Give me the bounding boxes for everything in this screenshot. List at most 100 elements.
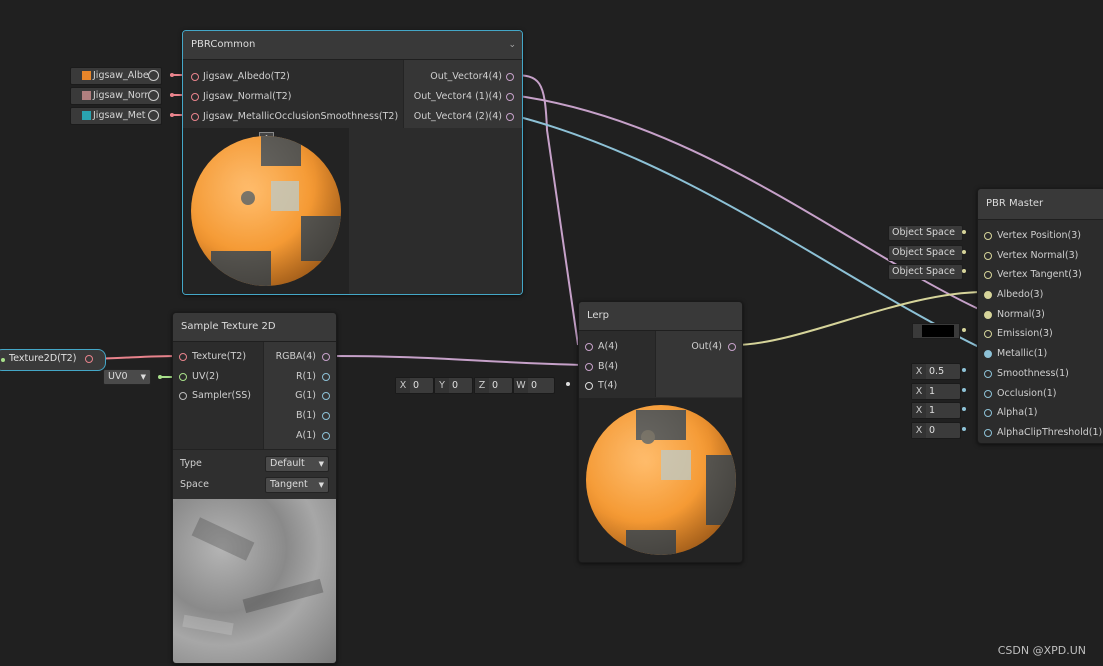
emission-color-field[interactable] <box>912 323 960 339</box>
port-label: A(1) <box>296 430 316 441</box>
texture-preview <box>173 499 336 663</box>
output-port-g[interactable]: G(1) <box>295 387 330 405</box>
space-label: Space <box>180 479 209 490</box>
input-metallic[interactable]: Metallic(1) <box>982 345 1047 363</box>
axis-label: X <box>912 364 926 379</box>
input-port-t[interactable]: T(4) <box>583 377 617 395</box>
preview-sphere <box>191 136 341 286</box>
port-label: Metallic(1) <box>997 348 1048 359</box>
port-dot[interactable] <box>566 382 570 386</box>
alpha-value-field[interactable]: X1 <box>911 402 961 419</box>
preview-area: ^ <box>183 128 349 294</box>
smoothness-value-field[interactable]: X 0.5 <box>911 363 961 380</box>
input-alpha[interactable]: Alpha(1) <box>982 404 1037 422</box>
occlusion-value-field[interactable]: X1 <box>911 383 961 400</box>
port-label: B(4) <box>598 361 618 372</box>
target-icon[interactable] <box>148 70 159 81</box>
input-port-albedo[interactable]: Jigsaw_Albedo(T2) <box>189 68 290 86</box>
input-occlusion[interactable]: Occlusion(1) <box>982 385 1056 403</box>
input-port-normal[interactable]: Jigsaw_Normal(T2) <box>189 88 291 106</box>
node-title[interactable]: PBRCommon ⌄ <box>183 31 522 60</box>
input-emission[interactable]: Emission(3) <box>982 325 1053 343</box>
port-label: RGBA(4) <box>275 351 316 362</box>
port-dot[interactable] <box>170 113 174 117</box>
port-label: Out(4) <box>691 341 722 352</box>
field-value: Object Space <box>892 266 955 277</box>
pbrcommon-node[interactable]: PBRCommon ⌄ Jigsaw_Albedo(T2) Jigsaw_Nor… <box>182 30 523 295</box>
input-port-a[interactable]: A(4) <box>583 338 618 356</box>
texture-swatch <box>82 111 91 120</box>
port-dot[interactable] <box>170 73 174 77</box>
property-node-normal[interactable]: Jigsaw_Norr <box>70 87 162 105</box>
output-port-a[interactable]: A(1) <box>296 427 330 445</box>
port-label: Vertex Normal(3) <box>997 250 1079 261</box>
watermark: CSDN @XPD.UN <box>997 644 1086 657</box>
axis-label: X <box>396 378 410 393</box>
input-albedo[interactable]: Albedo(3) <box>982 286 1043 304</box>
port-label: Vertex Tangent(3) <box>997 269 1082 280</box>
input-vertex-tangent[interactable]: Vertex Tangent(3) <box>982 266 1082 284</box>
port-label: G(1) <box>295 390 316 401</box>
dropdown-value: UV0 <box>108 371 128 382</box>
node-title-label: Sample Texture 2D <box>181 321 276 332</box>
port-label: R(1) <box>295 371 316 382</box>
property-node-albedo[interactable]: Jigsaw_Albe <box>70 67 162 85</box>
output-port-r[interactable]: R(1) <box>296 368 330 386</box>
target-icon[interactable] <box>148 90 159 101</box>
input-port-mos[interactable]: Jigsaw_MetallicOcclusionSmoothness(T2) <box>189 108 398 126</box>
output-port-b[interactable]: B(1) <box>296 407 330 425</box>
axis-label: X <box>912 384 926 399</box>
port-dot[interactable] <box>158 375 162 379</box>
node-title[interactable]: PBR Master <box>978 189 1103 220</box>
input-port-b[interactable]: B(4) <box>583 358 618 376</box>
port-label: T(4) <box>598 380 618 391</box>
input-vertex-normal[interactable]: Vertex Normal(3) <box>982 247 1078 265</box>
axis-label: X <box>912 423 926 438</box>
input-port-uv[interactable]: UV(2) <box>177 368 219 386</box>
port-label: Out_Vector4 (1)(4) <box>413 91 502 102</box>
preview-area <box>579 398 742 562</box>
lerp-node[interactable]: Lerp A(4) B(4) T(4) Out(4) <box>578 301 743 563</box>
vector-x-field[interactable]: X0 <box>395 377 434 394</box>
port-dot[interactable] <box>85 355 93 363</box>
texture2d-property-node[interactable]: Texture2D(T2) <box>0 349 106 371</box>
port-label: Texture(T2) <box>192 351 247 362</box>
port-label: Albedo(3) <box>997 289 1044 300</box>
chevron-down-icon[interactable]: ⌄ <box>508 31 516 59</box>
output-port-vector4-2[interactable]: Out_Vector4 (2)(4) <box>414 108 514 126</box>
target-icon[interactable] <box>148 110 159 121</box>
input-port-sampler[interactable]: Sampler(SS) <box>177 387 251 405</box>
uv-channel-dropdown[interactable]: UV0 ▼ <box>103 369 151 385</box>
pbr-master-node[interactable]: PBR Master Vertex Position(3) Vertex Nor… <box>977 188 1103 444</box>
sample-texture-2d-node[interactable]: Sample Texture 2D Texture(T2) UV(2) Samp… <box>172 312 337 664</box>
node-title[interactable]: Lerp <box>579 302 742 331</box>
vertex-position-space[interactable]: Object Space <box>888 225 963 241</box>
vector-z-field[interactable]: Z0 <box>474 377 513 394</box>
port-label: Jigsaw_MetallicOcclusionSmoothness(T2) <box>203 111 399 122</box>
field-value: Object Space <box>892 247 955 258</box>
input-port-texture[interactable]: Texture(T2) <box>177 348 246 366</box>
vector-y-field[interactable]: Y0 <box>434 377 473 394</box>
output-port-out[interactable]: Out(4) <box>691 338 736 356</box>
node-title[interactable]: Sample Texture 2D <box>173 313 336 342</box>
input-vertex-position[interactable]: Vertex Position(3) <box>982 227 1081 245</box>
input-smoothness[interactable]: Smoothness(1) <box>982 365 1069 383</box>
port-dot[interactable] <box>170 93 174 97</box>
input-normal[interactable]: Normal(3) <box>982 306 1045 324</box>
vertex-tangent-space[interactable]: Object Space <box>888 264 963 280</box>
vertex-normal-space[interactable]: Object Space <box>888 245 963 261</box>
input-alphaclip[interactable]: AlphaClipThreshold(1) <box>982 424 1102 442</box>
axis-label: W <box>514 378 528 393</box>
field-value: Object Space <box>892 227 955 238</box>
wire-rgba-to-lerp-b <box>327 355 587 366</box>
vector-w-field[interactable]: W0 <box>513 377 555 394</box>
output-port-vector4[interactable]: Out_Vector4(4) <box>430 68 514 86</box>
alphaclip-value-field[interactable]: X0 <box>911 422 961 439</box>
output-port-vector4-1[interactable]: Out_Vector4 (1)(4) <box>414 88 514 106</box>
property-node-metallic[interactable]: Jigsaw_Met <box>70 107 162 125</box>
property-label: Jigsaw_Albe <box>93 70 149 81</box>
lerp-t-vector-field[interactable]: X0 Y0 Z0 W0 <box>395 377 565 394</box>
space-dropdown[interactable]: Tangent ▼ <box>265 477 329 493</box>
type-dropdown[interactable]: Default ▼ <box>265 456 329 472</box>
output-port-rgba[interactable]: RGBA(4) <box>276 348 330 366</box>
